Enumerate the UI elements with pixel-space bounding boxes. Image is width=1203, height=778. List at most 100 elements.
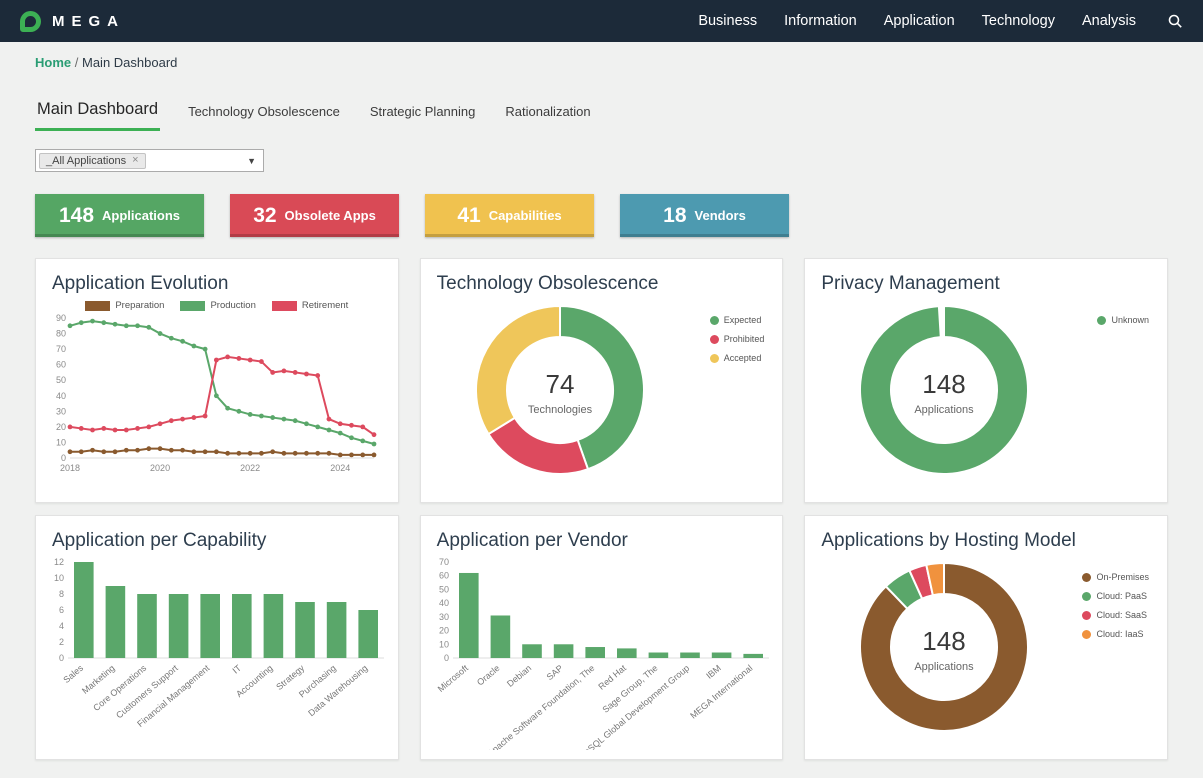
svg-text:2018: 2018: [60, 463, 80, 473]
kpi-value: 148: [59, 204, 94, 228]
line-chart-canvas: 01020304050607080902018202020222024: [44, 312, 384, 474]
svg-text:148: 148: [923, 369, 966, 399]
chart-legend: Unknown: [1097, 315, 1149, 483]
bar-chart-canvas: 024681012SalesMarketingCore OperationsCu…: [44, 554, 388, 750]
application-per-capability-chart: 024681012SalesMarketingCore OperationsCu…: [36, 554, 398, 755]
svg-text:2022: 2022: [240, 463, 260, 473]
panel-title: Technology Obsolescence: [421, 259, 783, 297]
svg-text:10: 10: [54, 573, 64, 583]
search-icon[interactable]: [1167, 13, 1183, 29]
svg-text:148: 148: [923, 626, 966, 656]
svg-text:SAP: SAP: [544, 663, 564, 682]
legend-swatch-icon: [1097, 316, 1106, 325]
applications-by-hosting-model-chart: 148 Applications On-Premises Cloud: PaaS Clo…: [805, 554, 1167, 740]
legend-label: Cloud: SaaS: [1096, 610, 1147, 620]
breadcrumb-home-link[interactable]: Home: [35, 55, 71, 70]
kpi-vendors[interactable]: 18 Vendors: [620, 194, 789, 237]
legend-swatch-icon: [710, 335, 719, 344]
legend-label: Production: [210, 300, 255, 311]
legend-item[interactable]: Production: [180, 300, 255, 311]
panel-title: Applications by Hosting Model: [805, 516, 1167, 554]
legend-swatch-icon: [710, 354, 719, 363]
panel-title: Application per Capability: [36, 516, 398, 554]
nav-item-information[interactable]: Information: [784, 13, 857, 29]
svg-text:20: 20: [439, 626, 449, 636]
legend-label: Prohibited: [724, 334, 765, 344]
legend-label: Cloud: IaaS: [1096, 629, 1143, 639]
nav-item-technology[interactable]: Technology: [982, 13, 1055, 29]
legend-swatch-icon: [180, 301, 205, 311]
application-evolution-chart: PreparationProductionRetirement010203040…: [36, 300, 398, 479]
legend-label: Unknown: [1111, 315, 1149, 325]
legend-swatch-icon: [85, 301, 110, 311]
svg-text:2024: 2024: [330, 463, 350, 473]
legend-swatch-icon: [1082, 611, 1091, 620]
svg-text:0: 0: [444, 653, 449, 663]
svg-text:12: 12: [54, 557, 64, 567]
legend-swatch-icon: [272, 301, 297, 311]
legend-item[interactable]: Cloud: PaaS: [1082, 591, 1149, 601]
privacy-management-chart: 148Applications Unknown: [805, 297, 1167, 483]
panel-application-per-capability: Application per Capability 024681012Sale…: [35, 515, 399, 760]
brand-name: MEGA: [52, 13, 125, 30]
svg-text:70: 70: [439, 557, 449, 567]
svg-text:Sales: Sales: [61, 663, 85, 685]
svg-text:40: 40: [439, 598, 449, 608]
svg-text:0: 0: [59, 653, 64, 663]
svg-text:10: 10: [439, 639, 449, 649]
svg-text:Core Operations: Core Operations: [91, 663, 148, 713]
tab-main-dashboard[interactable]: Main Dashboard: [35, 100, 160, 131]
donut-chart-canvas: 148Applications: [851, 297, 1037, 483]
svg-text:80: 80: [56, 329, 66, 339]
svg-text:50: 50: [439, 584, 449, 594]
svg-text:30: 30: [56, 406, 66, 416]
svg-text:74: 74: [545, 369, 574, 399]
tab-technology-obsolescence[interactable]: Technology Obsolescence: [186, 104, 342, 131]
legend-label: Cloud: PaaS: [1096, 591, 1147, 601]
magnifier-glyph: [1167, 13, 1183, 29]
svg-text:Technologies: Technologies: [528, 404, 593, 416]
legend-item[interactable]: Unknown: [1097, 315, 1149, 325]
svg-text:Debian: Debian: [505, 663, 533, 689]
kpi-value: 18: [663, 204, 686, 228]
bar-chart-canvas: 010203040506070MicrosoftOracleDebianSAPA…: [429, 554, 773, 750]
breadcrumb-separator: /: [75, 55, 79, 70]
svg-text:60: 60: [56, 360, 66, 370]
legend-swatch-icon: [1082, 573, 1091, 582]
legend-item[interactable]: Prohibited: [710, 334, 765, 344]
application-per-vendor-chart: 010203040506070MicrosoftOracleDebianSAPA…: [421, 554, 783, 755]
panel-application-evolution: Application Evolution PreparationProduct…: [35, 258, 399, 503]
kpi-applications[interactable]: 148 Applications: [35, 194, 204, 237]
legend-item[interactable]: Cloud: SaaS: [1082, 610, 1149, 620]
legend-item[interactable]: Retirement: [272, 300, 348, 311]
kpi-capabilities[interactable]: 41 Capabilities: [425, 194, 594, 237]
filter-chip-label: _All Applications: [46, 155, 126, 167]
legend-item[interactable]: On-Premises: [1082, 572, 1149, 582]
svg-text:Applications: Applications: [915, 661, 975, 673]
panel-privacy-management: Privacy Management 148ApplicationsUnknow…: [804, 258, 1168, 503]
kpi-value: 32: [253, 204, 276, 228]
legend-item[interactable]: Preparation: [85, 300, 164, 311]
legend-item[interactable]: Cloud: IaaS: [1082, 629, 1149, 639]
kpi-obsolete-apps[interactable]: 32 Obsolete Apps: [230, 194, 399, 237]
legend-label: Retirement: [302, 300, 348, 311]
nav-item-analysis[interactable]: Analysis: [1082, 13, 1136, 29]
remove-filter-icon[interactable]: ×: [132, 155, 138, 166]
legend-swatch-icon: [1082, 630, 1091, 639]
svg-text:20: 20: [56, 422, 66, 432]
technology-obsolescence-chart: 74 Technologies Expected Prohibited Accepted: [421, 297, 783, 483]
applications-filter-select[interactable]: _All Applications × ▼: [35, 149, 264, 172]
tab-rationalization[interactable]: Rationalization: [503, 104, 592, 131]
legend-item[interactable]: Expected: [710, 315, 765, 325]
nav-item-business[interactable]: Business: [698, 13, 757, 29]
svg-text:90: 90: [56, 313, 66, 323]
nav-item-application[interactable]: Application: [884, 13, 955, 29]
filter-chip[interactable]: _All Applications ×: [39, 153, 146, 169]
dropdown-caret-icon: ▼: [247, 156, 256, 166]
svg-text:2020: 2020: [150, 463, 170, 473]
tab-strategic-planning[interactable]: Strategic Planning: [368, 104, 478, 131]
svg-text:2: 2: [59, 637, 64, 647]
svg-text:IT: IT: [231, 663, 244, 676]
svg-text:0: 0: [61, 453, 66, 463]
legend-item[interactable]: Accepted: [710, 353, 765, 363]
